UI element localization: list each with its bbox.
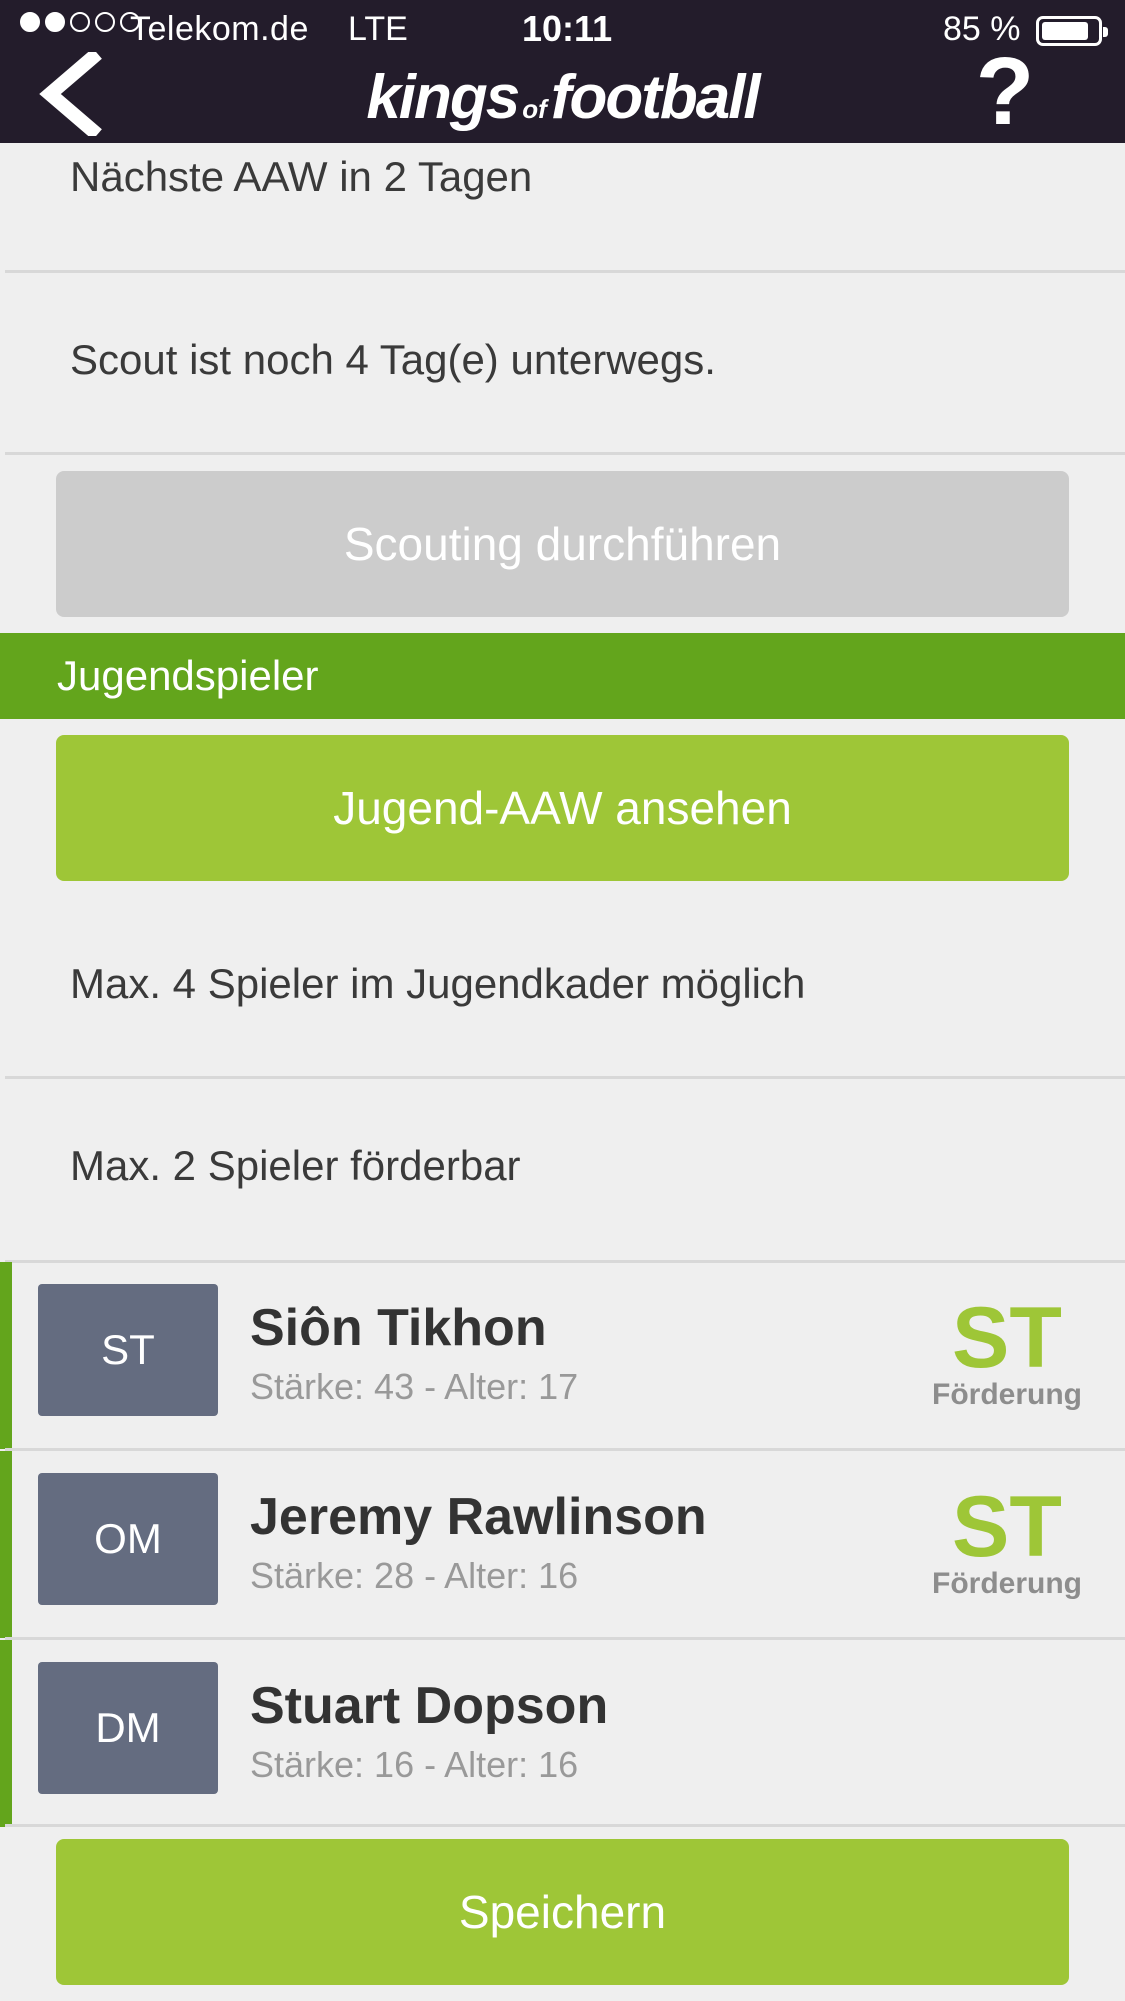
player-row[interactable]: ST Siôn Tikhon Stärke: 43 - Alter: 17 ST… <box>0 1262 1125 1449</box>
status-time: 10:11 <box>522 8 613 49</box>
carrier-name: Telekom.de <box>130 10 309 48</box>
scout-status-text: Scout ist noch 4 Tag(e) unterwegs. <box>70 336 716 383</box>
battery-nub <box>1103 27 1108 37</box>
app-logo: kings offootball <box>0 62 1125 133</box>
help-button[interactable]: ? <box>975 44 1035 140</box>
promotion-label: Förderung <box>932 1567 1082 1600</box>
player-stats: Stärke: 16 - Alter: 16 <box>250 1744 579 1785</box>
save-button[interactable]: Speichern <box>56 1839 1069 1985</box>
player-row[interactable]: DM Stuart Dopson Stärke: 16 - Alter: 16 <box>0 1640 1125 1827</box>
signal-dot <box>20 12 40 32</box>
youth-section-header: Jugendspieler <box>0 633 1125 719</box>
view-youth-aaw-button[interactable]: Jugend-AAW ansehen <box>56 735 1069 881</box>
promotion-position: ST <box>952 1479 1062 1575</box>
scouting-button-label: Scouting durchführen <box>343 518 782 570</box>
status-bar: Telekom.de LTE 10:11 85 % <box>0 0 1125 60</box>
view-youth-aaw-label: Jugend-AAW ansehen <box>333 782 792 834</box>
position-label: DM <box>95 1704 161 1751</box>
max-players-text: Max. 4 Spieler im Jugendkader möglich <box>70 960 806 1007</box>
scouting-button[interactable]: Scouting durchführen <box>56 471 1069 617</box>
logo-text-kings: kings <box>366 63 520 132</box>
max-promotable-text: Max. 2 Spieler förderbar <box>70 1142 521 1189</box>
position-label: ST <box>101 1326 155 1373</box>
promotion-position: ST <box>952 1290 1062 1386</box>
signal-strength-icon <box>20 12 140 32</box>
position-badge: OM <box>38 1473 218 1605</box>
promotion-label: Förderung <box>932 1378 1082 1411</box>
position-label: OM <box>94 1515 162 1562</box>
divider <box>5 1076 1125 1079</box>
logo-text-football: football <box>550 63 761 132</box>
player-name: Siôn Tikhon <box>250 1299 547 1357</box>
player-stats: Stärke: 43 - Alter: 17 <box>250 1366 579 1407</box>
signal-dot <box>45 12 65 32</box>
promotion-indicator[interactable]: ST Förderung <box>912 1290 1102 1412</box>
player-name: Jeremy Rawlinson <box>250 1488 707 1546</box>
logo-text-of: of <box>522 94 547 124</box>
divider <box>5 452 1125 455</box>
battery-fill <box>1042 22 1088 40</box>
promotion-indicator[interactable]: ST Förderung <box>912 1479 1102 1601</box>
divider <box>5 1824 1125 1827</box>
battery-icon <box>1036 16 1108 46</box>
player-stats: Stärke: 28 - Alter: 16 <box>250 1555 579 1596</box>
divider <box>5 270 1125 273</box>
app-header: Telekom.de LTE 10:11 85 % kings offootbal… <box>0 0 1125 143</box>
position-badge: DM <box>38 1662 218 1794</box>
position-badge: ST <box>38 1284 218 1416</box>
signal-dot <box>70 12 90 32</box>
next-aaw-text: Nächste AAW in 2 Tagen <box>70 153 533 200</box>
section-title: Jugendspieler <box>57 652 319 699</box>
network-type: LTE <box>348 10 408 48</box>
save-button-label: Speichern <box>458 1886 667 1938</box>
signal-dot <box>95 12 115 32</box>
player-name: Stuart Dopson <box>250 1677 609 1735</box>
player-row[interactable]: OM Jeremy Rawlinson Stärke: 28 - Alter: … <box>0 1451 1125 1638</box>
